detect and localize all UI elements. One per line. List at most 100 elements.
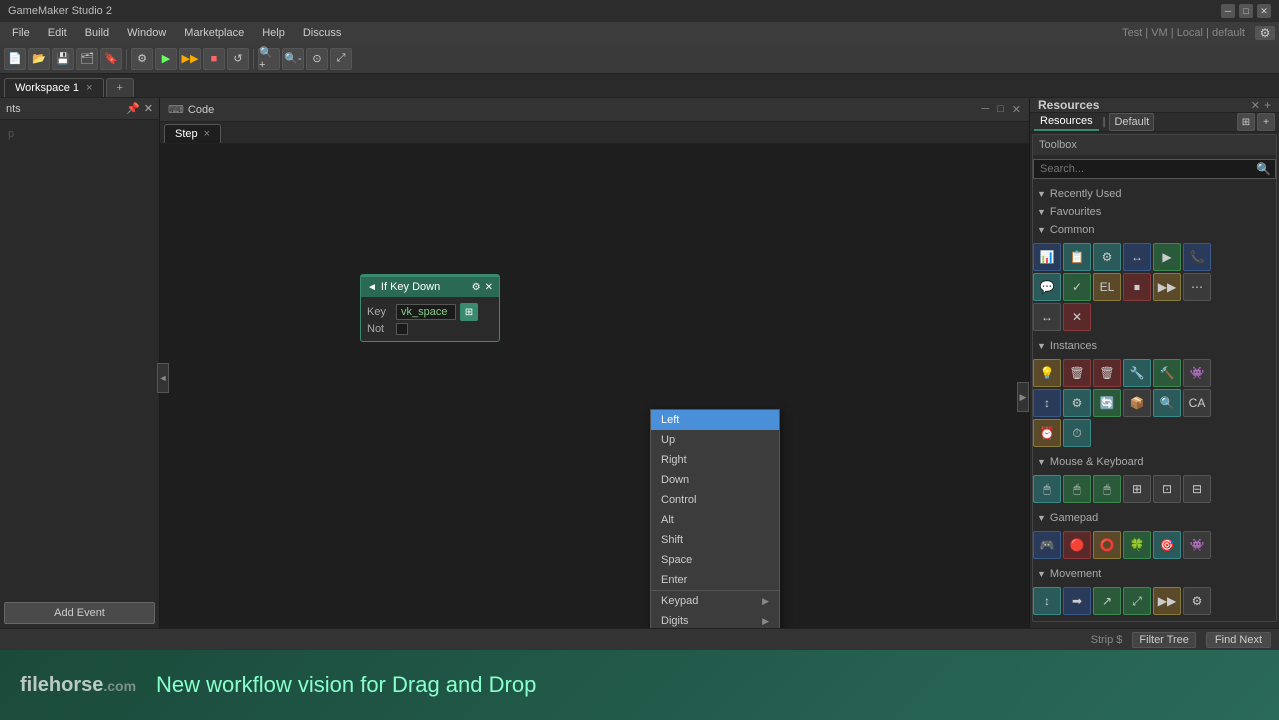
icon-assign[interactable]: ✓	[1063, 273, 1091, 301]
inst-icon-2[interactable]: 🗑	[1063, 359, 1091, 387]
mv-icon-4[interactable]: ⤢	[1123, 587, 1151, 615]
workspace-tab[interactable]: Workspace 1 ×	[4, 78, 104, 97]
code-window-minimize[interactable]: ─	[981, 103, 989, 116]
inst-icon-6[interactable]: 👾	[1183, 359, 1211, 387]
icon-extra[interactable]: ⋯	[1183, 273, 1211, 301]
icon-else[interactable]: ↔	[1123, 243, 1151, 271]
code-window-close[interactable]: ✕	[1012, 103, 1021, 116]
settings-icon[interactable]: ⚙	[1255, 26, 1275, 40]
icon-play[interactable]: ▶▶	[1153, 273, 1181, 301]
favourites-section[interactable]: Favourites	[1033, 203, 1276, 221]
debug-button[interactable]: ▶▶	[179, 48, 201, 70]
filter-tree-button[interactable]: Filter Tree	[1132, 632, 1196, 648]
resources-close-button[interactable]: ✕	[1251, 99, 1260, 112]
code-window-maximize[interactable]: □	[997, 103, 1004, 116]
run-button[interactable]: ▶	[155, 48, 177, 70]
recently-used-section[interactable]: Recently Used	[1033, 185, 1276, 203]
dd-item-keypad[interactable]: Keypad ▶	[651, 591, 779, 611]
close-button[interactable]: ✕	[1257, 4, 1271, 18]
menu-build[interactable]: Build	[77, 25, 117, 41]
resources-add-button[interactable]: +	[1264, 98, 1271, 112]
inst-icon-12[interactable]: CA	[1183, 389, 1211, 417]
dd-item-up[interactable]: Up	[651, 430, 779, 450]
inst-icon-14[interactable]: ⏱	[1063, 419, 1091, 447]
zoom-out-button[interactable]: 🔍-	[282, 48, 304, 70]
icon-move[interactable]: ↔	[1033, 303, 1061, 331]
inst-icon-10[interactable]: 📦	[1123, 389, 1151, 417]
icon-call-script[interactable]: 📞	[1183, 243, 1211, 271]
ifkeydown-title-bar[interactable]: ◄ If Key Down ⚙ ✕	[361, 277, 499, 297]
zoom-in-button[interactable]: 🔍+	[258, 48, 280, 70]
movement-section[interactable]: Movement	[1033, 565, 1276, 583]
key-picker-button[interactable]: ⊞	[460, 303, 478, 321]
save-button[interactable]: 💾	[52, 48, 74, 70]
step-tab[interactable]: Step ×	[164, 124, 221, 143]
icon-stop[interactable]: ⏹	[1123, 273, 1151, 301]
dd-item-digits[interactable]: Digits ▶	[651, 611, 779, 628]
gp-icon-4[interactable]: 🍀	[1123, 531, 1151, 559]
bookmark-button[interactable]: 🔖	[100, 48, 122, 70]
gp-icon-3[interactable]: ⭕	[1093, 531, 1121, 559]
mk-icon-3[interactable]: 🖱	[1093, 475, 1121, 503]
not-checkbox[interactable]	[396, 323, 408, 335]
menu-marketplace[interactable]: Marketplace	[176, 25, 252, 41]
right-collapse-arrow[interactable]: ▶	[1017, 382, 1029, 412]
gp-icon-6[interactable]: 👾	[1183, 531, 1211, 559]
key-value[interactable]: vk_space	[396, 304, 456, 320]
add-tab-button[interactable]: +	[106, 78, 134, 97]
common-section[interactable]: Common	[1033, 221, 1276, 239]
fit-button[interactable]: ⤢	[330, 48, 352, 70]
mv-icon-3[interactable]: ↗	[1093, 587, 1121, 615]
ifkeydown-close-icon[interactable]: ✕	[485, 282, 493, 293]
clean-button[interactable]: ↺	[227, 48, 249, 70]
mk-icon-6[interactable]: ⊟	[1183, 475, 1211, 503]
inst-icon-5[interactable]: 🔨	[1153, 359, 1181, 387]
ifkeydown-settings-icon[interactable]: ⚙	[472, 282, 481, 293]
events-close-button[interactable]: ✕	[144, 102, 153, 115]
gp-icon-2[interactable]: 🔴	[1063, 531, 1091, 559]
icon-else-if[interactable]: EL	[1093, 273, 1121, 301]
inst-icon-13[interactable]: ⏰	[1033, 419, 1061, 447]
mk-icon-5[interactable]: ⊡	[1153, 475, 1181, 503]
find-next-button[interactable]: Find Next	[1206, 632, 1271, 648]
mv-icon-6[interactable]: ⚙	[1183, 587, 1211, 615]
workspace-tab-close[interactable]: ×	[86, 82, 92, 94]
inst-icon-3[interactable]: 🗑	[1093, 359, 1121, 387]
step-tab-close[interactable]: ×	[204, 128, 210, 140]
toolbox-search-input[interactable]	[1034, 160, 1252, 178]
resources-expand-button[interactable]: ⊞	[1237, 113, 1255, 131]
menu-discuss[interactable]: Discuss	[295, 25, 350, 41]
inst-icon-11[interactable]: 🔍	[1153, 389, 1181, 417]
mv-icon-2[interactable]: ➡	[1063, 587, 1091, 615]
mv-icon-5[interactable]: ▶▶	[1153, 587, 1181, 615]
menu-help[interactable]: Help	[254, 25, 293, 41]
minimize-button[interactable]: ─	[1221, 4, 1235, 18]
dd-item-alt[interactable]: Alt	[651, 510, 779, 530]
menu-file[interactable]: File	[4, 25, 38, 41]
dd-item-control[interactable]: Control	[651, 490, 779, 510]
code-canvas[interactable]: ◄ If Key Down ⚙ ✕ Key vk_space ⊞	[160, 144, 1029, 628]
maximize-button[interactable]: □	[1239, 4, 1253, 18]
mv-icon-1[interactable]: ↕	[1033, 587, 1061, 615]
save-all-button[interactable]: 🗂	[76, 48, 98, 70]
dd-item-right[interactable]: Right	[651, 450, 779, 470]
add-event-button[interactable]: Add Event	[4, 602, 155, 624]
open-button[interactable]: 📂	[28, 48, 50, 70]
mouse-keyboard-section[interactable]: Mouse & Keyboard	[1033, 453, 1276, 471]
mk-icon-4[interactable]: ⊞	[1123, 475, 1151, 503]
stop-button[interactable]: ■	[203, 48, 225, 70]
events-pin-button[interactable]: 📌	[126, 102, 140, 115]
inst-icon-8[interactable]: ⚙	[1063, 389, 1091, 417]
build-button[interactable]: ⚙	[131, 48, 153, 70]
resources-add-item-button[interactable]: +	[1257, 113, 1275, 131]
inst-icon-4[interactable]: 🔧	[1123, 359, 1151, 387]
gamepad-section[interactable]: Gamepad	[1033, 509, 1276, 527]
menu-window[interactable]: Window	[119, 25, 174, 41]
dd-item-down[interactable]: Down	[651, 470, 779, 490]
resources-view-dropdown[interactable]: Default	[1109, 113, 1154, 131]
icon-get-var[interactable]: 📋	[1063, 243, 1091, 271]
resources-tab-resources[interactable]: Resources	[1034, 113, 1099, 131]
dd-item-space[interactable]: Space	[651, 550, 779, 570]
new-button[interactable]: 📄	[4, 48, 26, 70]
inst-icon-7[interactable]: ↕	[1033, 389, 1061, 417]
